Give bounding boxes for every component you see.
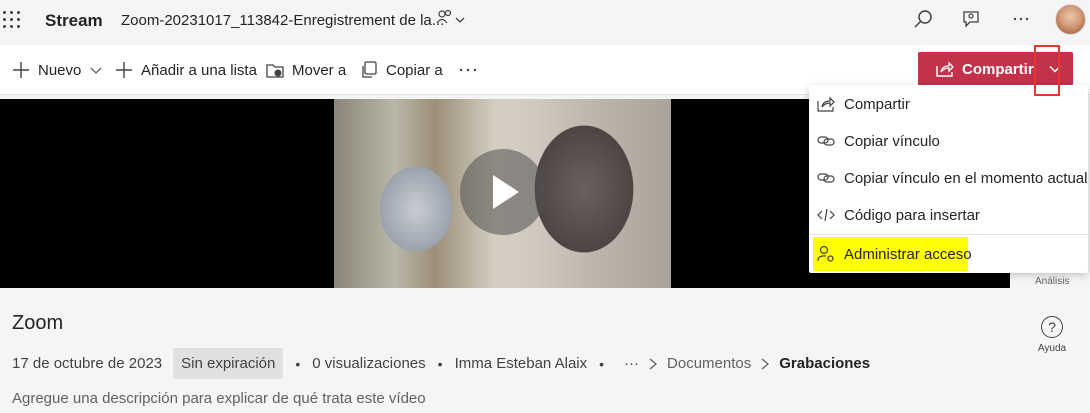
breadcrumb-more[interactable]: ··· xyxy=(624,355,639,372)
chevron-down-icon xyxy=(90,67,102,74)
link-icon xyxy=(817,136,835,146)
more-icon[interactable] xyxy=(1010,8,1032,30)
menu-item-embed-code[interactable]: Código para insertar xyxy=(809,197,1088,233)
menu-item-manage-access[interactable]: Administrar acceso xyxy=(809,236,1088,272)
copy-icon xyxy=(362,61,377,78)
avatar[interactable] xyxy=(1055,4,1086,35)
new-label: Nuevo xyxy=(38,61,82,79)
top-app-bar: Stream Zoom-20231017_113842-Enregistreme… xyxy=(0,0,1090,41)
help-icon: ? xyxy=(1041,316,1063,338)
separator-dot: • xyxy=(599,355,605,372)
share-main-button[interactable]: Compartir xyxy=(918,52,1036,86)
new-button[interactable]: Nuevo xyxy=(12,45,103,95)
add-to-list-button[interactable]: Añadir a una lista xyxy=(115,45,257,95)
breadcrumb-current[interactable]: Grabaciones xyxy=(779,355,870,372)
app-name[interactable]: Stream xyxy=(45,11,103,31)
expiration-badge[interactable]: Sin expiración xyxy=(173,348,284,379)
copy-to-button[interactable]: Copiar a xyxy=(360,45,443,95)
video-meta: 17 de octubre de 2023 Sin expiración • 0… xyxy=(12,348,870,379)
people-icon[interactable] xyxy=(436,9,466,29)
copy-to-label: Copiar a xyxy=(386,61,443,79)
menu-item-label: Código para insertar xyxy=(844,206,980,224)
menu-item-label: Compartir xyxy=(844,95,910,113)
chevron-down-icon xyxy=(455,17,465,23)
move-to-label: Mover a xyxy=(292,61,347,79)
menu-item-share[interactable]: Compartir xyxy=(809,86,1088,122)
plus-icon xyxy=(13,62,29,78)
feedback-icon[interactable] xyxy=(960,8,982,30)
description-field[interactable]: Agregue una descripción para explicar de… xyxy=(12,390,426,407)
folder-move-icon xyxy=(266,64,284,78)
help-button[interactable]: ? Ayuda xyxy=(1030,316,1074,354)
author-name[interactable]: Imma Esteban Alaix xyxy=(455,355,588,372)
menu-item-label: Copiar vínculo xyxy=(844,132,940,150)
code-icon xyxy=(817,208,835,222)
share-button[interactable]: Compartir xyxy=(918,52,1073,86)
more-icon xyxy=(459,68,477,72)
chevron-down-icon xyxy=(1048,65,1061,73)
link-icon xyxy=(817,173,835,183)
menu-item-label: Copiar vínculo en el momento actual xyxy=(844,169,1088,187)
chevron-right-icon xyxy=(759,357,771,371)
help-label: Ayuda xyxy=(1037,343,1067,354)
more-commands-button[interactable] xyxy=(458,45,486,95)
analysis-label[interactable]: Análisis xyxy=(1035,276,1069,287)
share-dropdown-toggle[interactable] xyxy=(1036,52,1073,86)
video-title[interactable]: Zoom xyxy=(12,312,63,335)
menu-divider xyxy=(809,234,1088,235)
waffle-icon[interactable] xyxy=(3,11,21,29)
share-icon xyxy=(936,61,954,77)
menu-item-copy-link-at-time[interactable]: Copiar vínculo en el momento actual xyxy=(809,160,1088,196)
view-count: 0 visualizaciones xyxy=(312,355,426,372)
menu-item-copy-link[interactable]: Copiar vínculo xyxy=(809,123,1088,159)
search-icon[interactable] xyxy=(912,8,934,30)
menu-item-label: Administrar acceso xyxy=(844,245,972,263)
video-date: 17 de octubre de 2023 xyxy=(12,355,163,372)
file-title[interactable]: Zoom-20231017_113842-Enregistrement de l… xyxy=(121,12,444,29)
plus-icon xyxy=(116,62,132,78)
move-to-button[interactable]: Mover a xyxy=(266,45,346,95)
separator-dot: • xyxy=(295,355,301,372)
separator-dot: • xyxy=(437,355,443,372)
share-icon xyxy=(817,96,835,112)
person-settings-icon xyxy=(817,245,834,262)
chevron-right-icon xyxy=(647,357,659,371)
play-icon xyxy=(493,175,519,209)
play-button[interactable] xyxy=(460,149,546,235)
share-label: Compartir xyxy=(962,60,1034,78)
add-to-list-label: Añadir a una lista xyxy=(141,61,257,79)
breadcrumb-item[interactable]: Documentos xyxy=(667,355,751,372)
